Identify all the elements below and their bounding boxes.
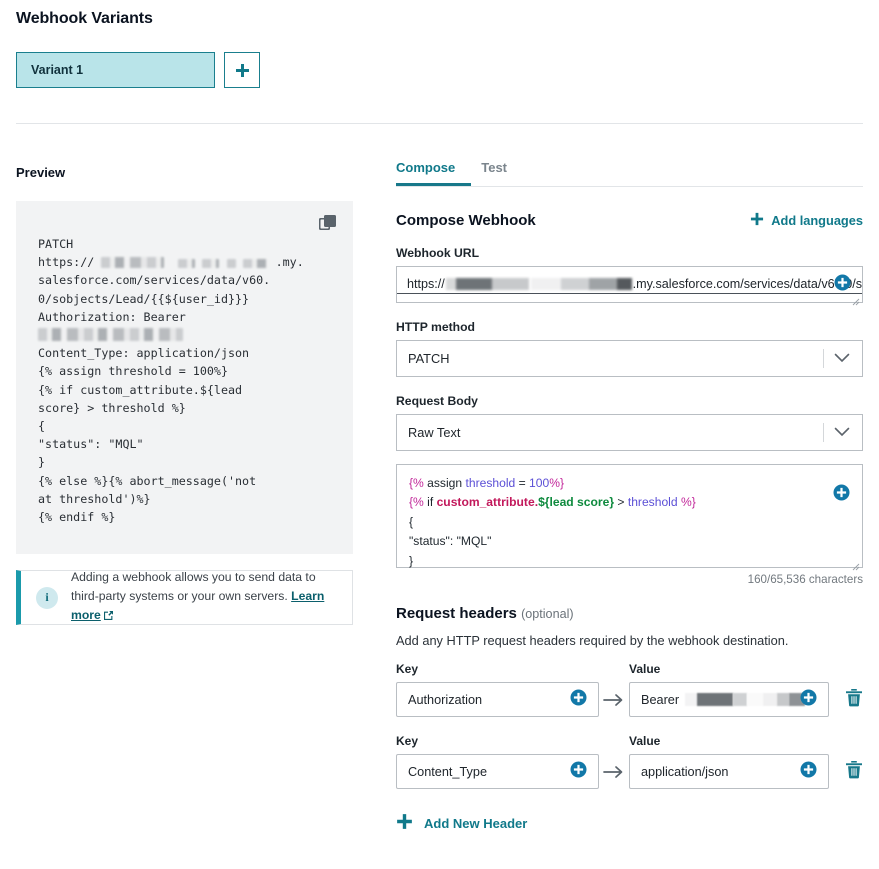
http-method-label: HTTP method [396,320,475,334]
request-body-value: Raw Text [408,425,461,440]
request-body-label: Request Body [396,394,478,408]
resize-grip-icon [852,558,860,571]
header-value-input-2[interactable]: application/json [629,754,829,789]
value-label: Value [629,662,661,676]
key-label: Key [396,662,419,676]
header-key-value: Content_Type [408,764,487,779]
trash-icon [845,688,863,712]
url-prefix: https:// [407,276,445,291]
add-languages-button[interactable]: Add languages [750,212,863,229]
delete-header-button-2[interactable] [845,754,863,789]
external-link-icon [103,608,114,627]
preview-code-text: PATCH https:// .my. salesforce.com/servi… [38,235,337,526]
header-row: Key Content_Type Value application/json [396,734,863,789]
header-row: Key Authorization Value Bearer [396,662,863,717]
url-suffix: .my.salesforce.com/services/data/v60.0/s [632,276,862,291]
arrow-right-icon [599,682,629,717]
compose-header: Compose Webhook Add languages [396,212,863,229]
circle-plus-icon[interactable] [800,761,817,783]
trash-icon [845,760,863,784]
resize-grip-icon [852,293,860,306]
redacted-block [178,259,196,269]
add-variant-button[interactable] [224,52,260,88]
chevron-down-icon [834,424,850,442]
header-value-text: Bearer [641,692,680,707]
header-value-text: application/json [641,764,729,779]
header-key-column: Key Authorization [396,662,599,717]
key-label: Key [396,734,419,748]
circle-plus-icon[interactable] [800,689,817,711]
editor-line-2: {% if custom_attribute.${lead score} > t… [409,495,696,510]
info-icon: i [36,586,58,609]
circle-plus-icon[interactable] [833,484,850,507]
page-title: Webhook Variants [16,10,153,27]
webhook-url-input[interactable]: https:// .my.salesforce.com/services/data… [396,266,863,306]
panel-tabs: Compose Test [396,160,863,186]
circle-plus-icon[interactable] [570,761,587,783]
chevron-down-icon [834,350,850,368]
tab-test[interactable]: Test [481,160,507,186]
preview-panel: PATCH https:// .my. salesforce.com/servi… [16,201,353,554]
compose-title: Compose Webhook [396,212,536,229]
http-method-select[interactable]: PATCH [396,340,863,377]
editor-line-4: "status": "MQL" [409,534,492,549]
plus-icon [750,212,764,229]
arrow-right-icon [599,754,629,789]
redacted-block [38,328,183,342]
preview-code-part-3: Content_Type: application/json {% assign… [38,346,257,525]
editor-line-5: } [409,553,414,568]
header-key-column: Key Content_Type [396,734,599,789]
header-value-column: Value Bearer [629,662,829,717]
request-headers-title: Request headers (optional) [396,605,574,622]
character-counter: 160/65,536 characters [747,573,863,586]
circle-plus-icon[interactable] [834,274,851,296]
info-callout-text: Adding a webhook allows you to send data… [71,568,342,627]
add-new-header-button[interactable]: Add New Header [396,813,863,833]
info-message: Adding a webhook allows you to send data… [71,570,316,603]
header-value-column: Value application/json [629,734,829,789]
redacted-block [530,278,632,290]
request-body-select[interactable]: Raw Text [396,414,863,451]
webhook-variants-page: Webhook Variants Variant 1 Preview PATCH… [0,0,879,869]
add-languages-label: Add languages [771,213,863,228]
plus-icon [235,63,250,78]
redacted-block [202,259,220,269]
add-new-header-label: Add New Header [424,815,528,831]
compose-panel: Compose Test Compose Webhook Add languag… [396,160,863,833]
select-separator [823,349,824,368]
webhook-url-value: https:// .my.salesforce.com/services/data… [397,276,862,294]
redacted-block [226,259,236,269]
circle-plus-icon[interactable] [570,689,587,711]
editor-line-1: {% assign threshold = 100%} [409,476,565,490]
info-callout: i Adding a webhook allows you to send da… [16,570,353,625]
section-divider [16,123,863,124]
http-method-value: PATCH [408,351,450,366]
variant-tab-1[interactable]: Variant 1 [16,52,215,88]
variant-tab-label: Variant 1 [31,63,84,77]
redacted-block [242,259,269,269]
plus-icon [396,813,413,833]
copy-icon[interactable] [317,212,339,234]
optional-suffix: (optional) [521,607,574,621]
header-key-value: Authorization [408,692,483,707]
request-headers-description: Add any HTTP request headers required by… [396,633,789,648]
redacted-block [101,257,165,269]
header-key-input-1[interactable]: Authorization [396,682,599,717]
preview-label: Preview [16,165,66,180]
redacted-block [685,693,806,706]
preview-code-part-1: PATCH https:// [38,237,95,270]
header-key-input-2[interactable]: Content_Type [396,754,599,789]
select-separator [823,423,824,442]
value-label: Value [629,734,661,748]
webhook-url-label: Webhook URL [396,246,480,260]
request-body-editor[interactable]: {% assign threshold = 100%} {% if custom… [396,464,863,571]
editor-line-3: { [409,514,414,529]
delete-header-button-1[interactable] [845,682,863,717]
header-value-input-1[interactable]: Bearer [629,682,829,717]
tabs-divider [396,186,863,187]
redacted-block [445,278,529,290]
active-tab-indicator [396,183,471,186]
